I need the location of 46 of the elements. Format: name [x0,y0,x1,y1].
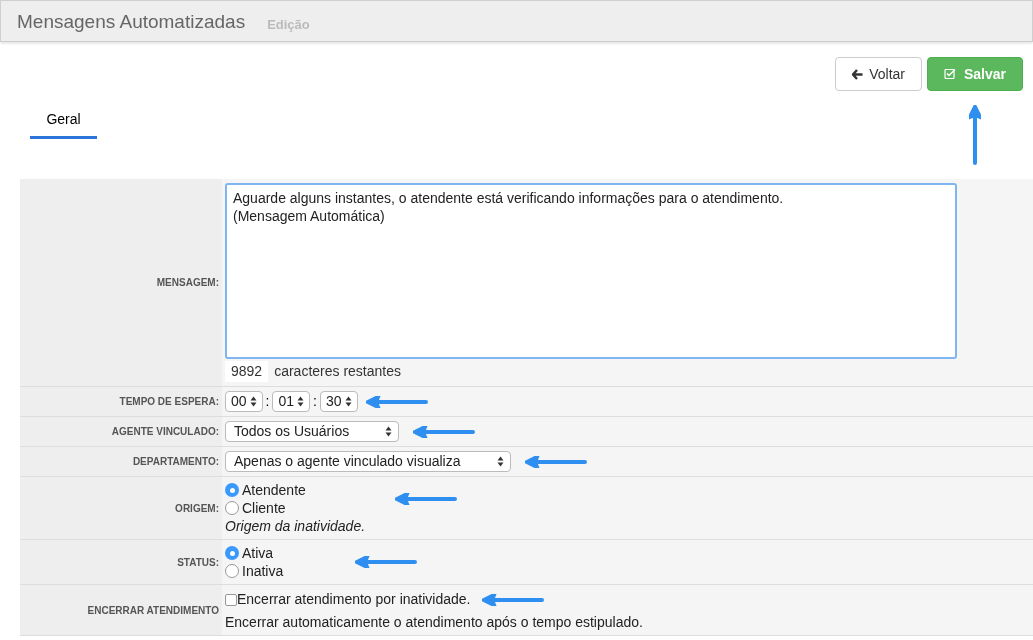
radio-button[interactable] [225,501,239,515]
annotation-arrow-icon [482,593,545,606]
number-stepper[interactable]: 00 [225,391,263,412]
field-label: ORIGEM: [175,501,219,516]
field-label: ENCERRAR ATENDIMENTO [87,603,219,618]
checkbox[interactable] [225,593,237,606]
annotation-arrow-icon [524,455,587,468]
stepper-arrows-icon [344,396,352,407]
stepper-arrows-icon [385,426,393,437]
annotation-arrow-icon [413,425,476,438]
stepper-arrows-icon [249,396,257,407]
dropdown-select[interactable]: Todos os Usuários [225,421,400,442]
radio-option-label: Atendente [242,481,306,499]
time-separator: : [265,392,270,411]
radio-option-label: Cliente [242,499,286,517]
field-label: DEPARTAMENTO: [132,455,219,469]
number-stepper[interactable]: 30 [319,391,358,412]
left-arrow-icon [852,68,864,80]
back-button[interactable]: Voltar [835,57,922,91]
annotation-arrow-icon [395,493,457,505]
hint-text: Origem da inatividade. [225,517,367,535]
annotation-arrow-icon [969,105,981,165]
character-count: 9892 [225,361,269,382]
dropdown-select[interactable]: Apenas o agente vinculado visualiza [225,451,511,472]
field-label: AGENTE VINCULADO: [111,425,219,439]
radio-option-label: Ativa [242,544,274,562]
annotation-arrow-icon [365,395,428,408]
radio-option-label: Inativa [242,562,284,580]
field-label: MENSAGEM: [156,276,219,290]
hint-text: Encerrar automaticamente o atendimento após o tempo estipulado. [225,613,643,631]
remaining-characters-label: caracteres restantes [274,362,401,381]
field-label: STATUS: [177,555,219,570]
field-label: TEMPO DE ESPERA: [119,395,219,409]
radio-button[interactable] [225,546,239,560]
message-textarea[interactable]: Aguarde alguns instantes, o atendente está verificando informações para o atendimento. (Mensagem Automática) [225,183,957,359]
tab[interactable]: Geral [30,109,97,139]
radio-button[interactable] [225,564,239,578]
time-separator: : [313,392,317,411]
page-title: Mensagens Automatizadas [17,12,246,31]
checkbox-icon [943,68,956,80]
annotation-arrow-icon [355,556,417,568]
radio-button[interactable] [225,483,239,497]
stepper-arrows-icon [496,456,504,467]
number-stepper[interactable]: 01 [272,391,311,412]
checkbox-label: Encerrar atendimento por inatividade. [237,590,471,609]
stepper-arrows-icon [297,396,305,407]
